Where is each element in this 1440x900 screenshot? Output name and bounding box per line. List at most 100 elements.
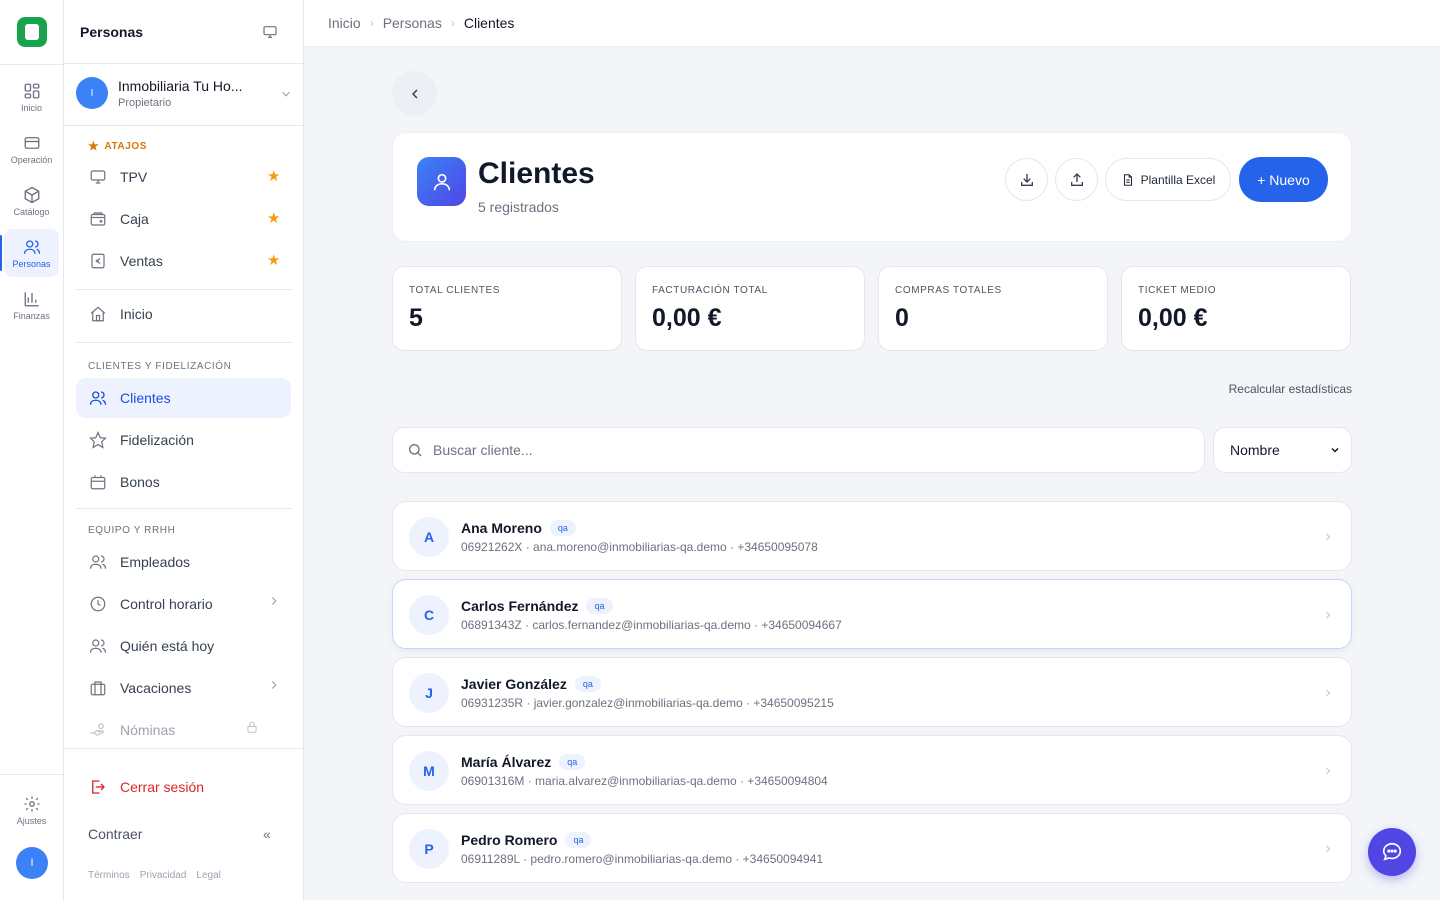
app-logo[interactable] bbox=[17, 17, 47, 47]
shortcut-item-caja[interactable]: Caja ★ bbox=[76, 199, 291, 239]
sidebar-item-quien-esta-hoy[interactable]: Quién está hoy bbox=[76, 626, 291, 666]
client-row[interactable]: C Carlos Fernández qa 06891343Z · carlos.… bbox=[392, 579, 1352, 649]
rail-label: Inicio bbox=[20, 102, 42, 113]
section-header-clientes: CLIENTES Y FIDELIZACIÓN bbox=[88, 361, 232, 372]
chevron-right-icon bbox=[267, 594, 281, 611]
nav-label: TPV bbox=[120, 169, 148, 185]
sidebar-item-empleados[interactable]: Empleados bbox=[76, 542, 291, 582]
star-icon[interactable]: ★ bbox=[267, 253, 280, 268]
client-name-line: Carlos Fernández qa bbox=[461, 598, 613, 614]
star-icon: ★ bbox=[88, 139, 100, 153]
nav-label: Empleados bbox=[120, 554, 191, 570]
client-row[interactable]: A Ana Moreno qa 06921262X · ana.moreno@in… bbox=[392, 501, 1352, 571]
upload-button[interactable] bbox=[1055, 158, 1098, 201]
org-switcher[interactable]: I Inmobiliaria Tu Ho... Propietario bbox=[76, 77, 294, 111]
chevron-right-icon bbox=[1322, 764, 1334, 782]
double-chevron-left-icon[interactable]: « bbox=[263, 826, 271, 842]
sidebar-item-control-horario[interactable]: Control horario bbox=[76, 584, 291, 624]
chevron-right-icon bbox=[1322, 686, 1334, 704]
client-row[interactable]: P Pedro Romero qa 06911289L · pedro.romer… bbox=[392, 813, 1352, 883]
shortcut-item-tpv[interactable]: TPV ★ bbox=[76, 157, 291, 197]
client-name: Carlos Fernández bbox=[461, 598, 579, 614]
new-client-button[interactable]: + Nuevo bbox=[1239, 157, 1328, 202]
upload-icon bbox=[1070, 172, 1083, 186]
users-icon bbox=[88, 552, 108, 572]
client-tag: qa bbox=[549, 520, 576, 536]
divider bbox=[0, 64, 63, 65]
rail-item-finanzas[interactable]: Finanzas bbox=[4, 281, 59, 329]
client-meta: 06911289L · pedro.romero@inmobiliarias-q… bbox=[461, 852, 824, 866]
star-icon[interactable]: ★ bbox=[267, 211, 280, 226]
nav-label: Caja bbox=[120, 211, 149, 227]
sidebar-item-nominas: Nóminas bbox=[76, 710, 291, 750]
privacy-link[interactable]: Privacidad bbox=[140, 870, 187, 881]
euro-receipt-icon bbox=[88, 251, 108, 271]
breadcrumb-inicio[interactable]: Inicio bbox=[328, 15, 361, 31]
grid-icon bbox=[24, 83, 39, 98]
recalculate-stats-link[interactable]: Recalcular estadísticas bbox=[1190, 382, 1352, 396]
section-header-equipo: EQUIPO Y RRHH bbox=[88, 525, 176, 536]
chevron-right-icon bbox=[1322, 608, 1334, 626]
excel-template-label: Plantilla Excel bbox=[1140, 172, 1216, 187]
user-avatar[interactable]: I bbox=[16, 847, 48, 879]
stat-label: TOTAL CLIENTES bbox=[409, 285, 501, 296]
client-avatar: J bbox=[409, 673, 449, 713]
sidebar-item-vacaciones[interactable]: Vacaciones bbox=[76, 668, 291, 708]
monitor-icon[interactable] bbox=[262, 24, 278, 45]
chevron-left-icon bbox=[411, 88, 418, 99]
divider bbox=[76, 289, 292, 290]
star-icon[interactable]: ★ bbox=[267, 169, 280, 184]
nav-label: Cerrar sesión bbox=[120, 779, 205, 795]
client-meta: 06891343Z · carlos.fernandez@inmobiliari… bbox=[461, 618, 842, 632]
box-icon bbox=[24, 186, 39, 203]
back-button[interactable] bbox=[392, 71, 437, 116]
nav-label: Quién está hoy bbox=[120, 638, 215, 654]
rail-item-ajustes[interactable]: Ajustes bbox=[4, 786, 59, 834]
org-name: Inmobiliaria Tu Ho... bbox=[118, 78, 243, 94]
chevron-right-icon: › bbox=[450, 16, 455, 30]
sidebar-item-inicio[interactable]: Inicio bbox=[76, 294, 291, 334]
client-row[interactable]: J Javier González qa 06931235R · javier.g… bbox=[392, 657, 1352, 727]
stat-value: 0 bbox=[895, 304, 909, 332]
sort-select[interactable]: Nombre bbox=[1213, 427, 1352, 473]
rail-item-inicio[interactable]: Inicio bbox=[4, 73, 59, 121]
legal-link[interactable]: Legal bbox=[196, 870, 220, 881]
users-icon bbox=[88, 636, 108, 656]
client-tag: qa bbox=[559, 754, 586, 770]
shortcuts-header: ★ ATAJOS bbox=[88, 139, 147, 153]
client-avatar: M bbox=[409, 751, 449, 791]
rail-item-operacion[interactable]: Operación bbox=[4, 125, 59, 173]
sidebar-item-fidelizacion[interactable]: Fidelización bbox=[76, 420, 291, 460]
search-input[interactable] bbox=[433, 442, 1173, 458]
terms-link[interactable]: Términos bbox=[88, 870, 130, 881]
suitcase-icon bbox=[88, 678, 108, 698]
download-button[interactable] bbox=[1005, 158, 1048, 201]
rail-item-catalogo[interactable]: Catálogo bbox=[4, 177, 59, 225]
nav-label: Ventas bbox=[120, 253, 163, 269]
chevron-right-icon: › bbox=[369, 16, 374, 30]
stat-value: 0,00 € bbox=[652, 304, 722, 332]
rail-item-personas[interactable]: Personas bbox=[0, 229, 59, 277]
logout-button[interactable]: Cerrar sesión bbox=[76, 767, 291, 807]
stat-value: 5 bbox=[409, 304, 423, 332]
client-avatar: C bbox=[409, 595, 449, 635]
sidebar-item-bonos[interactable]: Bonos bbox=[76, 462, 291, 502]
client-row[interactable]: M María Álvarez qa 06901316M · maria.alva… bbox=[392, 735, 1352, 805]
divider bbox=[76, 508, 292, 509]
breadcrumb-personas[interactable]: Personas bbox=[383, 15, 442, 31]
sidebar-item-clientes[interactable]: Clientes bbox=[76, 378, 291, 418]
shortcut-item-ventas[interactable]: Ventas ★ bbox=[76, 241, 291, 281]
stat-value: 0,00 € bbox=[1138, 304, 1208, 332]
stat-label: COMPRAS TOTALES bbox=[895, 285, 1002, 296]
chat-button[interactable] bbox=[1368, 828, 1416, 876]
client-name: Ana Moreno bbox=[461, 520, 542, 536]
stat-label: TICKET MEDIO bbox=[1138, 285, 1217, 296]
org-avatar: I bbox=[76, 77, 108, 109]
divider bbox=[64, 125, 303, 126]
client-meta: 06901316M · maria.alvarez@inmobiliarias-… bbox=[461, 774, 828, 788]
stat-card-total-clientes: TOTAL CLIENTES 5 bbox=[392, 266, 622, 351]
collapse-label[interactable]: Contraer bbox=[88, 826, 142, 842]
excel-template-button[interactable]: Plantilla Excel bbox=[1105, 158, 1231, 201]
bar-chart-icon bbox=[24, 291, 39, 306]
top-bar: Inicio › Personas › Clientes bbox=[304, 0, 1440, 47]
